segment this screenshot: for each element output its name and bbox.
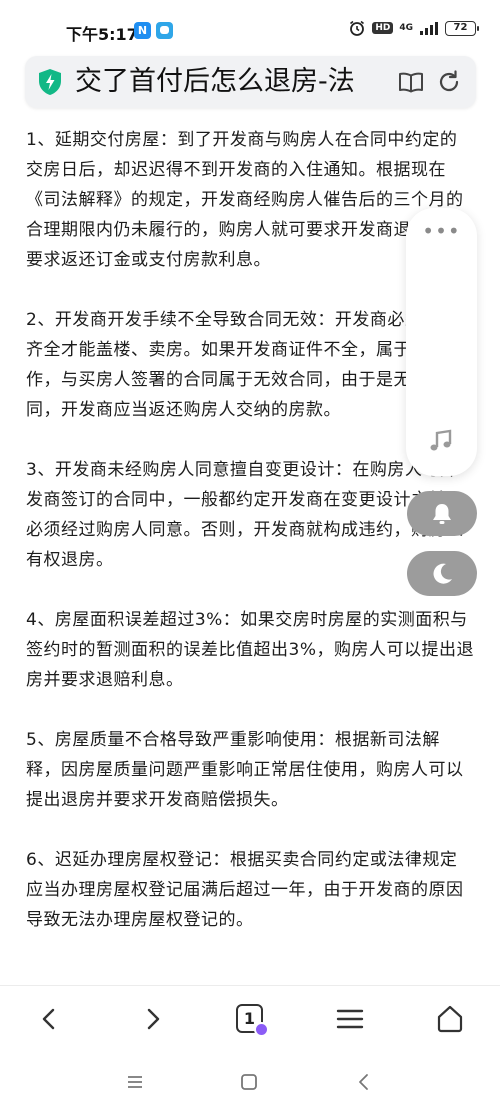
music-icon[interactable] xyxy=(428,428,454,454)
battery-icon: 72 xyxy=(445,20,479,36)
page-title[interactable]: 交了首付后怎么退房-法 xyxy=(75,64,393,100)
system-navigation-bar xyxy=(0,1051,500,1111)
night-mode-button[interactable] xyxy=(407,551,477,596)
notification-bell-button[interactable] xyxy=(407,491,477,536)
menu-icon[interactable] xyxy=(334,1003,366,1035)
status-indicators: HD 4G 72 xyxy=(348,19,479,37)
browser-toolbar: 1 xyxy=(0,985,500,1051)
paragraph-4: 4、房屋面积误差超过3%：如果交房时房屋的实测面积与签约时的暂测面积的误差比值超… xyxy=(26,610,474,690)
address-bar[interactable]: 交了首付后怎么退房-法 xyxy=(25,56,476,108)
moon-icon xyxy=(433,563,452,584)
paragraph-5: 5、房屋质量不合格导致严重影响使用：根据新司法解释，因房屋质量问题严重影响正常居… xyxy=(26,730,464,810)
notification-app-icon: N xyxy=(134,22,151,39)
signal-icon xyxy=(420,22,438,35)
paragraph-6: 6、迟延办理房屋权登记：根据买卖合同约定或法律规定应当办理房屋权登记届满后超过一… xyxy=(26,850,464,930)
forward-icon[interactable] xyxy=(136,1003,168,1035)
home-icon[interactable] xyxy=(434,1003,466,1035)
back-icon[interactable] xyxy=(34,1003,66,1035)
refresh-icon[interactable] xyxy=(435,68,463,96)
incognito-badge-icon xyxy=(254,1022,269,1037)
floating-tool-panel: ••• xyxy=(406,208,477,476)
hd-icon: HD xyxy=(372,22,394,34)
status-time: 下午5:17 xyxy=(66,25,138,44)
reader-mode-icon[interactable] xyxy=(397,68,425,96)
status-bar: 下午5:17 N HD 4G 72 xyxy=(0,0,500,56)
alarm-icon xyxy=(350,20,365,36)
home-nav-icon[interactable] xyxy=(239,1073,259,1091)
more-options-button[interactable]: ••• xyxy=(406,216,477,246)
back-nav-icon[interactable] xyxy=(354,1073,374,1091)
network-type: 4G xyxy=(399,22,413,33)
recent-apps-icon[interactable] xyxy=(125,1073,145,1091)
bell-icon xyxy=(433,504,451,524)
battery-level: 72 xyxy=(453,21,468,33)
notification-chat-icon xyxy=(156,22,173,39)
shield-icon[interactable] xyxy=(37,68,63,96)
